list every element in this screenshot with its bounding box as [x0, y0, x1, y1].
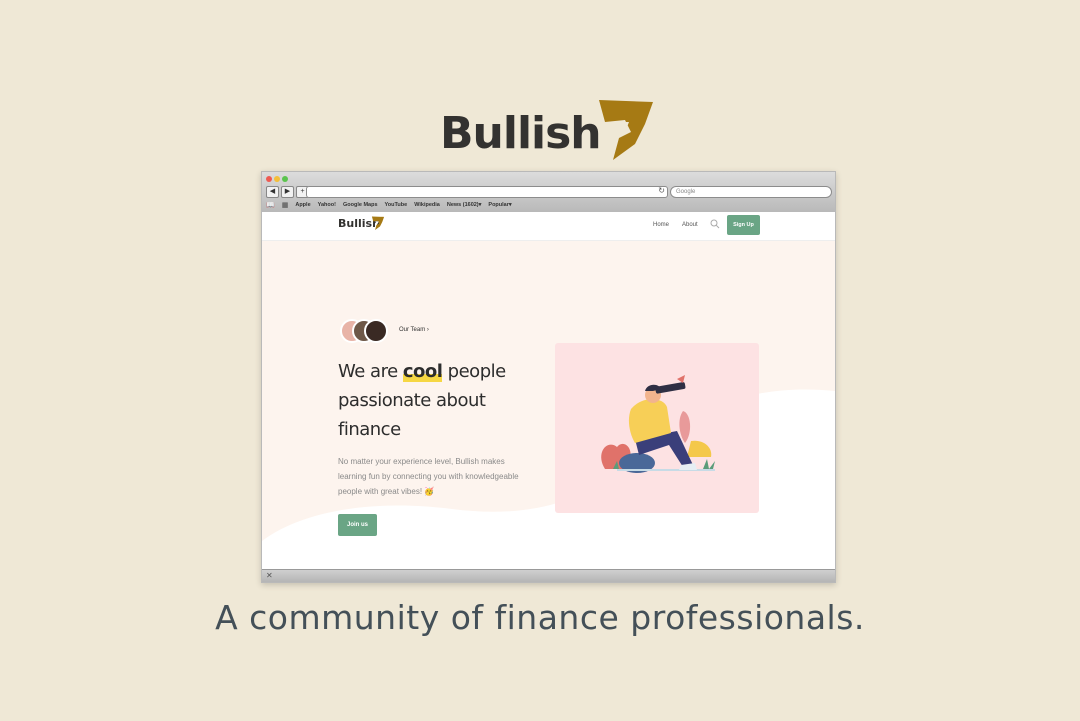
site-header: Bullish Home About Sign Up: [262, 212, 835, 241]
headline-text: We are: [338, 361, 403, 382]
avatar: [364, 319, 388, 343]
person-with-telescope-illustration: [601, 375, 715, 473]
minimize-window-button[interactable]: [274, 176, 280, 182]
bookmark-news[interactable]: News (1602)▾: [447, 202, 482, 208]
browser-toolbar: ◀ ▶ + ↻ Google 📖 ▦ Apple Yahoo! Google M…: [262, 172, 835, 213]
history-buttons: ◀ ▶ +: [266, 186, 309, 198]
team-avatars[interactable]: [340, 319, 388, 344]
browser-status-bar: ✕: [262, 569, 835, 582]
reload-icon[interactable]: ↻: [658, 186, 665, 195]
bookmark-popular[interactable]: Popular▾: [488, 202, 511, 208]
search-placeholder: Google: [676, 189, 696, 195]
browser-window: ◀ ▶ + ↻ Google 📖 ▦ Apple Yahoo! Google M…: [261, 171, 836, 583]
bookmark-google-maps[interactable]: Google Maps: [343, 202, 378, 208]
bookmark-apple[interactable]: Apple: [295, 202, 310, 208]
bookmark-yahoo[interactable]: Yahoo!: [318, 202, 336, 208]
brand-name: Bullish: [440, 108, 602, 159]
nav-about-link[interactable]: About: [682, 222, 698, 228]
hero-section: Our Team › We are cool people passionate…: [262, 241, 835, 569]
bull-horn-icon: [371, 216, 385, 230]
bull-horn-icon: [599, 100, 653, 160]
close-icon[interactable]: ✕: [266, 571, 273, 580]
search-icon[interactable]: [710, 219, 720, 229]
join-us-button[interactable]: Join us: [338, 514, 377, 536]
bookmarks-bar: 📖 ▦ Apple Yahoo! Google Maps YouTube Wik…: [266, 201, 512, 209]
browser-search-field[interactable]: Google: [670, 186, 832, 198]
grid-icon[interactable]: ▦: [282, 201, 289, 209]
back-button[interactable]: ◀: [266, 186, 279, 198]
hero-description: No matter your experience level, Bullish…: [338, 457, 519, 496]
zoom-window-button[interactable]: [282, 176, 288, 182]
our-team-link[interactable]: Our Team ›: [399, 327, 429, 333]
tagline: A community of finance professionals.: [215, 598, 865, 637]
bookmark-youtube[interactable]: YouTube: [385, 202, 408, 208]
address-bar[interactable]: ↻: [306, 186, 668, 198]
brand-logo: Bullish: [440, 98, 660, 162]
forward-button[interactable]: ▶: [281, 186, 294, 198]
hero-illustration-card: [555, 343, 759, 513]
nav-home-link[interactable]: Home: [653, 222, 669, 228]
window-controls: [266, 176, 288, 182]
headline-highlight: cool: [402, 361, 443, 382]
bookmark-wikipedia[interactable]: Wikipedia: [414, 202, 440, 208]
close-window-button[interactable]: [266, 176, 272, 182]
book-icon[interactable]: 📖: [266, 201, 275, 209]
hero-headline: We are cool people passionate about fina…: [338, 357, 538, 444]
sign-up-button[interactable]: Sign Up: [727, 215, 760, 235]
